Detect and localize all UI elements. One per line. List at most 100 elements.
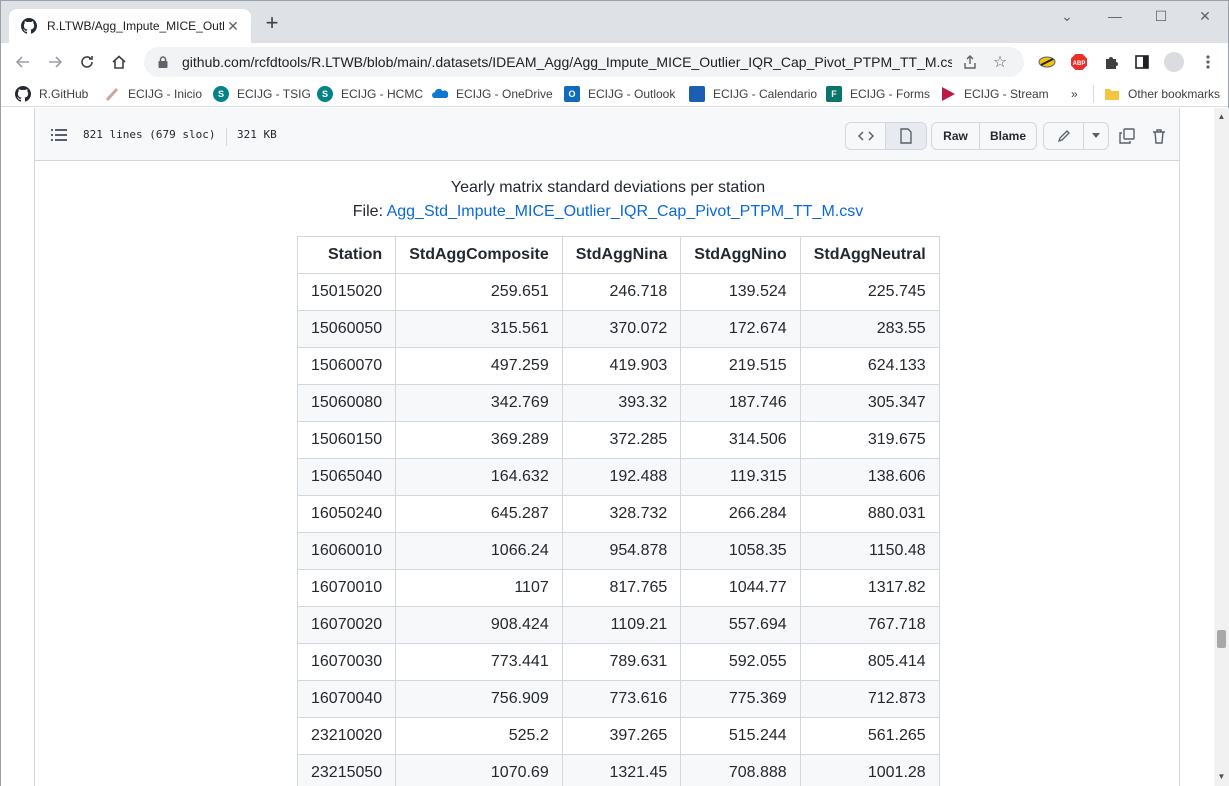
- sharepoint-icon: S: [317, 86, 333, 102]
- table-row: 16070020 908.424 1109.21 557.694 767.718: [296, 606, 940, 644]
- more-bookmarks-button[interactable]: »: [1071, 85, 1078, 103]
- value-cell: 1150.48: [799, 532, 940, 570]
- bookmark-ecijg-outlook[interactable]: O ECIJG - Outlook: [564, 85, 675, 103]
- bookmark-ecijg-tsig[interactable]: S ECIJG - TSIG: [213, 85, 311, 103]
- trash-icon[interactable]: [1151, 128, 1167, 144]
- bookmark-ecijg-calendario[interactable]: ECIJG - Calendario: [689, 85, 817, 103]
- value-cell: 908.424: [395, 606, 563, 644]
- value-cell: 192.488: [561, 458, 682, 496]
- station-cell: 15060150: [296, 421, 397, 459]
- bookmarks-bar: R.GitHub ECIJG - Inicio S ECIJG - TSIG S…: [1, 81, 1228, 107]
- new-tab-button[interactable]: +: [261, 12, 283, 35]
- column-header: Station: [296, 236, 397, 274]
- bookmark-ecijg-stream[interactable]: ECIJG - Stream: [940, 85, 1049, 103]
- value-cell: 369.289: [395, 421, 563, 459]
- copy-icon[interactable]: [1119, 128, 1135, 144]
- table-row: 16070010 1107 817.765 1044.77 1317.82: [296, 569, 940, 607]
- bookmark-ecijg-onedrive[interactable]: ECIJG - OneDrive: [432, 85, 553, 103]
- puzzle-icon[interactable]: [1100, 51, 1122, 73]
- profile-avatar[interactable]: [1163, 51, 1185, 73]
- value-cell: 419.903: [561, 347, 682, 385]
- extension-icon[interactable]: [1036, 51, 1058, 73]
- value-cell: 497.259: [395, 347, 563, 385]
- table-row: 15065040 164.632 192.488 119.315 138.606: [296, 458, 940, 496]
- preview-button[interactable]: [886, 123, 926, 149]
- value-cell: 561.265: [799, 717, 940, 755]
- file-reference: File: Agg_Std_Impute_MICE_Outlier_IQR_Ca…: [35, 200, 1181, 224]
- scrollbar-thumb[interactable]: [1217, 630, 1226, 648]
- close-window-button[interactable]: ✕: [1183, 5, 1227, 29]
- station-cell: 16070040: [296, 680, 397, 718]
- star-icon[interactable]: ☆: [988, 50, 1012, 74]
- list-icon[interactable]: [51, 128, 67, 142]
- file-link[interactable]: Agg_Std_Impute_MICE_Outlier_IQR_Cap_Pivo…: [387, 203, 864, 220]
- tab-title: R.LTWB/Agg_Impute_MICE_Outlier_IQR_Cap_P…: [47, 19, 225, 33]
- station-cell: 15060080: [296, 384, 397, 422]
- tab-search-icon[interactable]: ⌄: [1045, 5, 1089, 29]
- edit-dropdown-button[interactable]: [1084, 123, 1108, 149]
- calendar-icon: [689, 86, 705, 102]
- bookmark-ecijg-forms[interactable]: F ECIJG - Forms: [826, 85, 930, 103]
- back-button[interactable]: [9, 48, 37, 76]
- value-cell: 1109.21: [561, 606, 682, 644]
- data-table: Station StdAggComposite StdAggNina StdAggNi…: [296, 236, 940, 786]
- raw-blame-group: Raw Blame: [931, 122, 1037, 150]
- file-prefix: File:: [352, 203, 387, 220]
- bookmark-ecijg-inicio[interactable]: ECIJG - Inicio: [104, 85, 202, 103]
- value-cell: 817.765: [561, 569, 682, 607]
- bookmark-label: ECIJG - Stream: [964, 87, 1049, 101]
- blame-button[interactable]: Blame: [980, 123, 1036, 149]
- view-toggle: [845, 122, 927, 150]
- folder-icon: [1105, 89, 1119, 100]
- value-cell: 1070.69: [395, 754, 563, 786]
- svg-text:ABP: ABP: [1073, 61, 1086, 67]
- close-tab-icon[interactable]: ✕: [225, 18, 241, 34]
- edit-button[interactable]: [1044, 123, 1084, 149]
- reload-button[interactable]: [73, 48, 101, 76]
- scroll-up-icon[interactable]: ▲: [1217, 112, 1226, 121]
- station-cell: 16070020: [296, 606, 397, 644]
- share-icon[interactable]: [958, 50, 982, 74]
- raw-button[interactable]: Raw: [932, 123, 980, 149]
- vertical-scrollbar[interactable]: ▲ ▼: [1214, 108, 1229, 786]
- bookmark-label: ECIJG - OneDrive: [456, 87, 553, 101]
- station-cell: 23215050: [296, 754, 397, 786]
- menu-icon[interactable]: [1197, 51, 1219, 73]
- table-row: 15015020 259.651 246.718 139.524 225.745: [296, 273, 940, 311]
- scroll-down-icon[interactable]: ▼: [1217, 772, 1226, 781]
- station-cell: 16070010: [296, 569, 397, 607]
- bookmark-label: ECIJG - Forms: [850, 87, 930, 101]
- value-cell: 1044.77: [680, 569, 801, 607]
- lock-icon: [158, 56, 168, 68]
- value-cell: 225.745: [799, 273, 940, 311]
- station-cell: 15065040: [296, 458, 397, 496]
- bookmark-label: ECIJG - Inicio: [128, 87, 203, 101]
- bookmark-rgithub[interactable]: R.GitHub: [15, 85, 88, 103]
- address-bar[interactable]: github.com/rcfdtools/R.LTWB/blob/main/.d…: [144, 47, 1024, 77]
- value-cell: 397.265: [561, 717, 682, 755]
- value-cell: 773.441: [395, 643, 563, 681]
- column-header: StdAggComposite: [395, 236, 563, 274]
- file-lines: 821 lines (679 sloc): [83, 128, 216, 141]
- value-cell: 119.315: [680, 458, 801, 496]
- value-cell: 266.284: [680, 495, 801, 533]
- code-view-button[interactable]: [846, 123, 886, 149]
- station-cell: 15015020: [296, 273, 397, 311]
- value-cell: 789.631: [561, 643, 682, 681]
- adblock-icon[interactable]: ABP: [1068, 51, 1090, 73]
- bookmark-ecijg-hcmc[interactable]: S ECIJG - HCMC: [317, 85, 423, 103]
- maximize-button[interactable]: ☐: [1139, 5, 1183, 29]
- document-title: Yearly matrix standard deviations per st…: [450, 179, 766, 196]
- side-panel-icon[interactable]: [1131, 51, 1153, 73]
- browser-tab[interactable]: R.LTWB/Agg_Impute_MICE_Outlier_IQR_Cap_P…: [9, 9, 251, 43]
- value-cell: 246.718: [561, 273, 682, 311]
- arrow-left-icon: [15, 56, 29, 68]
- home-button[interactable]: [105, 48, 133, 76]
- value-cell: 393.32: [561, 384, 682, 422]
- value-cell: 645.287: [395, 495, 563, 533]
- value-cell: 342.769: [395, 384, 563, 422]
- other-bookmarks[interactable]: Other bookmarks: [1093, 85, 1220, 103]
- minimize-button[interactable]: —: [1093, 5, 1137, 29]
- divider: [226, 128, 227, 146]
- forward-button[interactable]: [41, 48, 69, 76]
